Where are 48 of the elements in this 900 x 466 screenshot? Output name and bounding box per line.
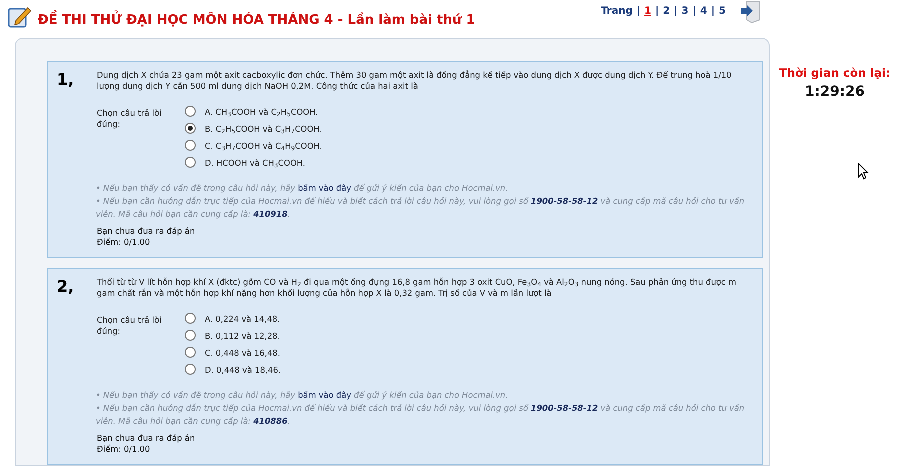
separator: | xyxy=(711,6,716,17)
option-label[interactable]: A. CH$_{3}$COOH và C$_{2}$H$_{5}$COOH. xyxy=(205,106,318,116)
next-arrow-icon[interactable] xyxy=(738,0,762,24)
support-hint: • Nếu bạn cần hướng dẫn trực tiếp của Hocmai.vn để hiểu và biết cách trả lời câu hỏi này, vui lòng gọi số 1900-58-58-12 và cung cấp mã câu hỏi cho tư vấn viên. Mã câu hỏi bạn cần cung cấp là: 410886. xyxy=(96,402,746,428)
option-label[interactable]: C. 0,448 và 16,48. xyxy=(205,348,280,358)
radio-button[interactable] xyxy=(185,330,196,341)
report-hint: • Nếu bạn thấy có vấn đề trong câu hỏi này, hãy bấm vào đây để gửi ý kiến của bạn cho Hocmai.vn. xyxy=(96,182,510,195)
option-label[interactable]: D. HCOOH và CH$_{3}$COOH. xyxy=(205,158,306,168)
report-hint: • Nếu bạn thấy có vấn đề trong câu hỏi này, hãy bấm vào đây để gửi ý kiến của bạn cho Hocmai.vn. xyxy=(96,389,510,402)
separator: | xyxy=(692,6,696,17)
notebook-pencil-icon xyxy=(8,6,32,28)
radio-button[interactable] xyxy=(185,157,196,168)
page-link[interactable]: 4 xyxy=(700,6,708,17)
option-label[interactable]: B. C$_{2}$H$_{5}$COOH và C$_{3}$H$_{7}$COOH. xyxy=(205,124,322,134)
page-link[interactable]: 1 xyxy=(644,6,652,17)
separator: | xyxy=(674,6,678,17)
option-label[interactable]: B. 0,112 và 12,28. xyxy=(205,330,280,340)
answer-prompt: Chọn câu trả lời đúng: xyxy=(97,314,163,338)
question-text: Dung dịch X chứa 23 gam một axit cacboxylic đơn chức. Thêm 30 gam một axit là đồng đẳng kế tiếp vào dung dịch X được dung dịch Y. Để trung hoà 1/10 lượng dung dịch Y cần 500 ml dung dịch NaOH 0,2M. Công thức của hai axit là xyxy=(97,70,733,92)
answer-prompt: Chọn câu trả lời đúng: xyxy=(97,107,163,131)
option-label[interactable]: D. 0,448 và 18,46. xyxy=(205,364,282,374)
score-text: Điểm: 0/1.00 xyxy=(97,237,152,248)
timer-value: 1:29:26 xyxy=(805,84,865,100)
page-link[interactable]: 5 xyxy=(719,6,726,17)
question-number: 2, xyxy=(57,277,76,298)
radio-button[interactable] xyxy=(185,140,196,151)
page-label: Trang xyxy=(601,6,633,17)
support-hint: • Nếu bạn cần hướng dẫn trực tiếp của Hocmai.vn để hiểu và biết cách trả lời câu hỏi này, vui lòng gọi số 1900-58-58-12 và cung cấp mã câu hỏi cho tư vấn viên. Mã câu hỏi bạn cần cung cấp là: 410918. xyxy=(96,195,746,221)
radio-button[interactable] xyxy=(185,364,196,375)
radio-button[interactable] xyxy=(185,313,196,324)
option-label[interactable]: A. 0,224 và 14,48. xyxy=(205,314,280,324)
radio-button[interactable] xyxy=(185,123,196,134)
radio-button[interactable] xyxy=(185,106,196,117)
option-label[interactable]: C. C$_{3}$H$_{7}$COOH và C$_{4}$H$_{9}$COOH. xyxy=(205,140,322,150)
answer-status: Bạn chưa đưa ra đáp án xyxy=(97,433,196,444)
question-text: Thổi từ từ V lít hỗn hợp khí X (đktc) gồm CO và H$_{2}$ đi qua một ống đựng 16,8 gam hỗn hợp 3 oxit CuO, Fe$_{3}$O$_{4}$ và Al$_{2}$O$_{3}$ nung nóng. Sau phản ứng thu được m gam chất rắn và một hỗn hợp khí nặng hơn khối lượng của hỗn hợp X là 0,32 gam. Trị số của V và m lần lượt là xyxy=(97,277,738,299)
score-text: Điểm: 0/1.00 xyxy=(97,444,152,455)
mouse-pointer-icon xyxy=(858,163,869,180)
page-link[interactable]: 2 xyxy=(663,6,670,17)
radio-button[interactable] xyxy=(185,347,196,358)
separator: | xyxy=(636,6,641,17)
timer-label: Thời gian còn lại: xyxy=(779,66,891,80)
question-number: 1, xyxy=(57,70,76,91)
answer-status: Bạn chưa đưa ra đáp án xyxy=(97,226,196,237)
separator: | xyxy=(656,6,660,17)
report-link[interactable]: bấm vào đây xyxy=(298,183,352,193)
report-link[interactable]: bấm vào đây xyxy=(298,390,352,400)
page-link[interactable]: 3 xyxy=(682,6,689,17)
